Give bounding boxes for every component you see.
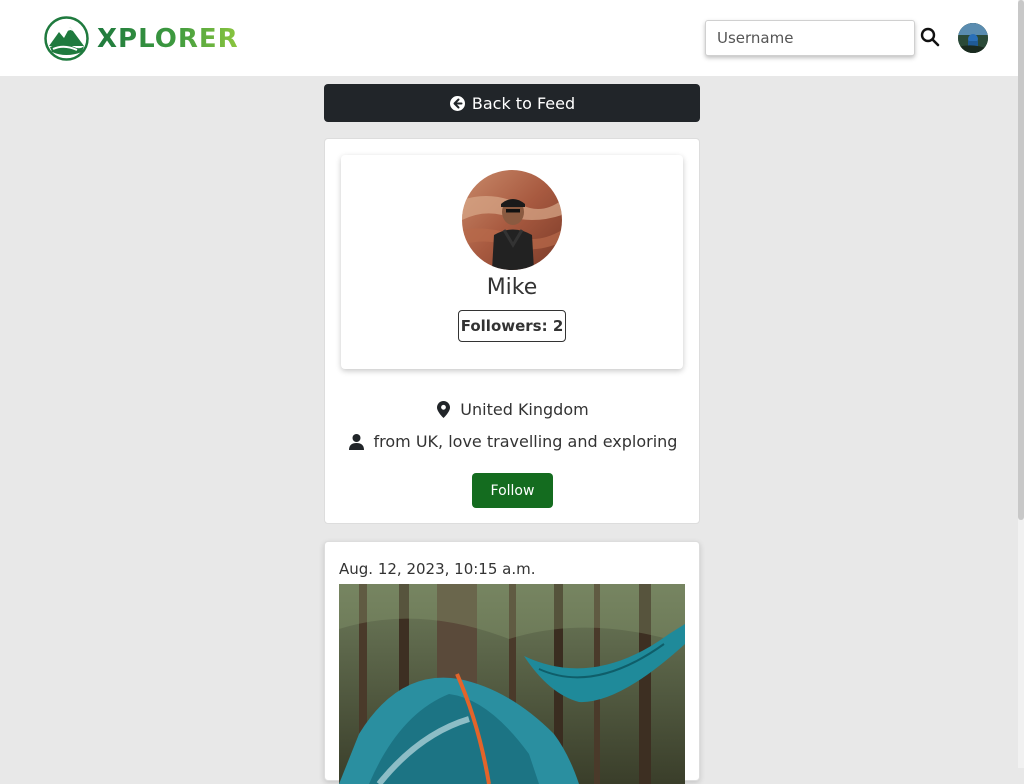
profile-photo-image [462,170,562,270]
scrollbar-thumb[interactable] [1018,0,1024,520]
location-row: United Kingdom [325,400,701,419]
arrow-circle-left-icon [449,95,465,111]
bio-row: from UK, love travelling and exploring [325,432,701,451]
post-date: Aug. 12, 2023, 10:15 a.m. [339,560,536,578]
search-button[interactable] [919,27,941,49]
follow-button[interactable]: Follow [472,473,553,508]
back-to-feed-button[interactable]: Back to Feed [324,84,700,122]
avatar-image [958,23,988,53]
profile-name: Mike [486,275,538,300]
back-to-feed-label: Back to Feed [471,93,576,113]
user-icon [348,433,364,450]
map-pin-icon [437,401,451,418]
mountain-logo-icon [44,16,89,61]
location-text: United Kingdom [460,400,589,419]
search-input[interactable] [705,20,915,56]
profile-header: Mike Followers: 2 [341,155,683,369]
bio-text: from UK, love travelling and exploring [373,432,678,451]
followers-badge[interactable]: Followers: 2 [458,310,566,342]
search-icon [920,27,940,47]
user-avatar[interactable] [958,23,988,53]
profile-photo [462,170,562,270]
navbar: XPLORER [0,0,1018,76]
profile-card: Mike Followers: 2 United Kingdom from UK… [324,138,700,524]
page-scrollbar[interactable] [1018,0,1024,768]
post-image[interactable] [339,584,685,784]
post-photo [339,584,685,784]
brand-name: XPLORER [97,23,239,54]
brand-link[interactable]: XPLORER [44,16,239,61]
post-card: Aug. 12, 2023, 10:15 a.m. [324,541,700,784]
